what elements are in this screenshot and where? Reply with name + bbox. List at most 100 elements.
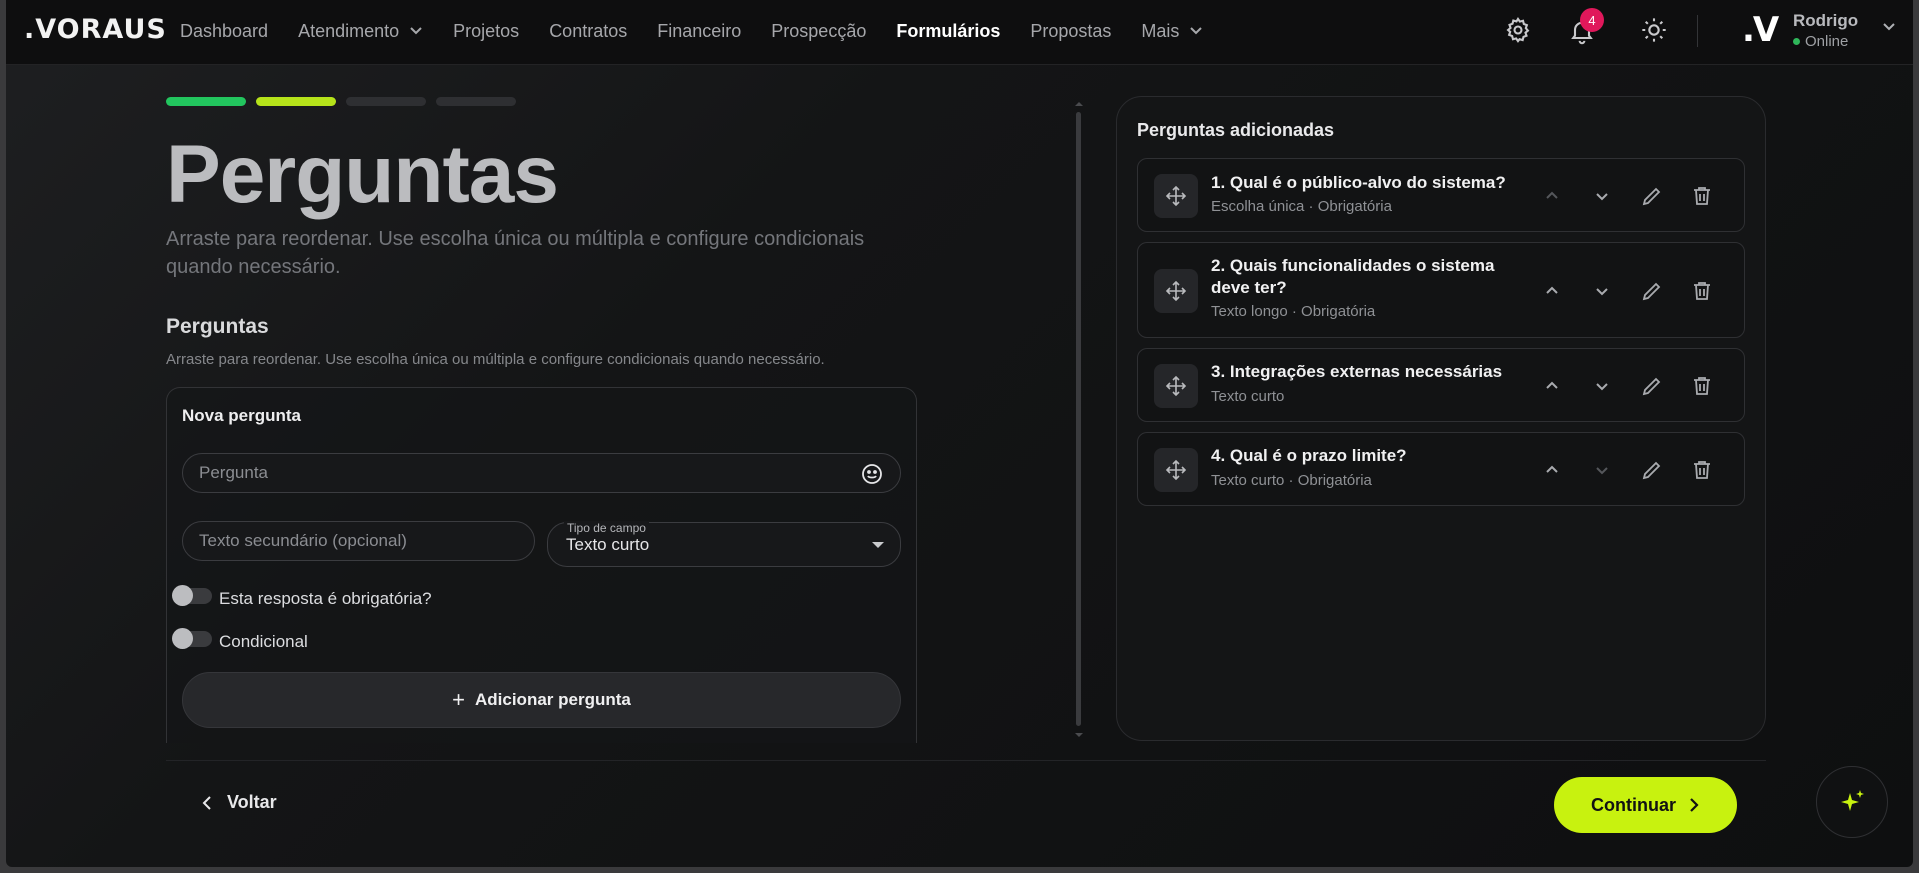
nav-prospeccao[interactable]: Prospecção	[771, 21, 866, 42]
nav-divider	[1697, 15, 1698, 47]
toggle-knob	[172, 585, 193, 606]
conditional-toggle[interactable]	[172, 628, 212, 649]
chevron-up-icon[interactable]	[1540, 279, 1564, 303]
nav-atendimento[interactable]: Atendimento	[298, 21, 423, 42]
brand-logo[interactable]: .VORAUS	[24, 14, 167, 45]
pencil-icon[interactable]	[1640, 458, 1664, 482]
nav-label: Atendimento	[298, 20, 400, 41]
add-question-button[interactable]: + Adicionar pergunta	[182, 672, 901, 728]
chevron-down-icon[interactable]	[1590, 374, 1614, 398]
drag-handle[interactable]	[1154, 364, 1198, 408]
nav-label: Dashboard	[180, 20, 269, 41]
added-questions-panel: Perguntas adicionadas 1. Qual é o públic…	[1116, 96, 1766, 741]
nav-label: Financeiro	[657, 20, 742, 41]
trash-icon[interactable]	[1690, 374, 1714, 398]
move-icon	[1165, 375, 1187, 397]
question-meta: Texto curto · Obrigatória	[1211, 472, 1372, 489]
continue-label: Continuar	[1591, 794, 1676, 815]
pencil-icon[interactable]	[1640, 279, 1664, 303]
chevron-down-icon[interactable]	[1590, 458, 1614, 482]
nav-label: Mais	[1141, 20, 1180, 41]
question-input[interactable]: Pergunta	[182, 453, 901, 493]
nav-dashboard[interactable]: Dashboard	[180, 21, 268, 42]
chevron-left-icon	[202, 795, 211, 810]
scroll-up-icon[interactable]	[1074, 100, 1084, 108]
app-window: .VORAUS Dashboard Atendimento Projetos C…	[6, 0, 1913, 867]
nav-mais[interactable]: Mais	[1141, 21, 1203, 42]
sparkles-icon	[1841, 790, 1864, 811]
question-item[interactable]: 2. Quais funcionalidades o sistema deve …	[1137, 242, 1745, 338]
new-question-title: Nova pergunta	[182, 406, 302, 425]
progress-step-3	[346, 97, 426, 106]
nav-label: Prospecção	[771, 20, 867, 41]
question-text: 4. Qual é o prazo limite?	[1211, 446, 1407, 465]
progress-step-1	[166, 97, 246, 106]
added-questions-title: Perguntas adicionadas	[1137, 120, 1335, 140]
question-item[interactable]: 4. Qual é o prazo limite? Texto curto · …	[1137, 432, 1745, 506]
trash-icon[interactable]	[1690, 184, 1714, 208]
required-label: Esta resposta é obrigatória?	[219, 589, 432, 608]
secondary-placeholder: Texto secundário (opcional)	[199, 531, 407, 550]
top-nav: .VORAUS Dashboard Atendimento Projetos C…	[6, 0, 1913, 65]
new-question-card: Nova pergunta Pergunta Texto secundário …	[166, 387, 917, 743]
nav-label: Contratos	[549, 20, 628, 41]
drag-handle[interactable]	[1154, 448, 1198, 492]
pencil-icon[interactable]	[1640, 374, 1664, 398]
nav-contratos[interactable]: Contratos	[549, 21, 627, 42]
nav-financeiro[interactable]: Financeiro	[657, 21, 741, 42]
nav-label: Formulários	[896, 20, 1001, 41]
nav-propostas[interactable]: Propostas	[1030, 21, 1111, 42]
question-text: 3. Integrações externas necessárias	[1211, 362, 1503, 381]
question-item[interactable]: 1. Qual é o público-alvo do sistema? Esc…	[1137, 158, 1745, 232]
chevron-up-icon[interactable]	[1540, 458, 1564, 482]
ai-assistant-button[interactable]	[1816, 766, 1888, 838]
scroll-down-icon[interactable]	[1074, 731, 1084, 739]
chevron-right-icon	[1690, 798, 1699, 812]
user-status-label: Online	[1805, 33, 1849, 50]
nav-formularios[interactable]: Formulários	[896, 21, 1000, 42]
page-title: Perguntas	[166, 129, 559, 220]
question-meta: Texto longo · Obrigatória	[1211, 303, 1376, 320]
question-item[interactable]: 3. Integrações externas necessárias Text…	[1137, 348, 1745, 422]
chevron-down-icon[interactable]	[1590, 184, 1614, 208]
back-button[interactable]: Voltar	[201, 792, 277, 813]
question-text: 2. Quais funcionalidades o sistema deve …	[1211, 256, 1495, 297]
page-subtitle: Arraste para reordenar. Use escolha únic…	[166, 228, 865, 278]
gear-icon[interactable]	[1504, 16, 1532, 44]
chevron-down-icon[interactable]	[1881, 21, 1897, 33]
scrollbar-thumb[interactable]	[1076, 112, 1081, 726]
continue-button[interactable]: Continuar	[1554, 777, 1737, 833]
sun-icon[interactable]	[1640, 16, 1668, 44]
drag-handle[interactable]	[1154, 269, 1198, 313]
caret-down-icon	[872, 542, 884, 548]
conditional-label: Condicional	[219, 632, 308, 651]
trash-icon[interactable]	[1690, 458, 1714, 482]
user-name[interactable]: Rodrigo	[1793, 11, 1858, 31]
pencil-icon[interactable]	[1640, 184, 1664, 208]
emoji-icon[interactable]	[860, 462, 884, 486]
user-status: Online	[1793, 33, 1848, 50]
progress-step-2	[256, 97, 336, 106]
field-type-label: Tipo de campo	[564, 521, 649, 535]
trash-icon[interactable]	[1690, 279, 1714, 303]
nav-projetos[interactable]: Projetos	[453, 21, 519, 42]
progress-step-4	[436, 97, 516, 106]
chevron-down-icon	[410, 27, 422, 35]
avatar[interactable]: .V	[1742, 10, 1779, 50]
drag-handle[interactable]	[1154, 174, 1198, 218]
question-text: 1. Qual é o público-alvo do sistema?	[1211, 173, 1506, 192]
toggle-knob	[172, 628, 193, 649]
chevron-down-icon[interactable]	[1590, 279, 1614, 303]
footer-divider	[166, 760, 1766, 761]
field-type-select[interactable]: Tipo de campo Texto curto	[547, 521, 901, 567]
secondary-text-input[interactable]: Texto secundário (opcional)	[182, 521, 535, 561]
nav-label: Projetos	[453, 20, 520, 41]
plus-icon: +	[452, 687, 465, 712]
chevron-up-icon[interactable]	[1540, 184, 1564, 208]
chevron-up-icon[interactable]	[1540, 374, 1564, 398]
move-icon	[1165, 280, 1187, 302]
notification-badge: 4	[1580, 8, 1604, 32]
required-toggle[interactable]	[172, 585, 212, 606]
question-meta: Escolha única · Obrigatória	[1211, 198, 1392, 215]
move-icon	[1165, 459, 1187, 481]
